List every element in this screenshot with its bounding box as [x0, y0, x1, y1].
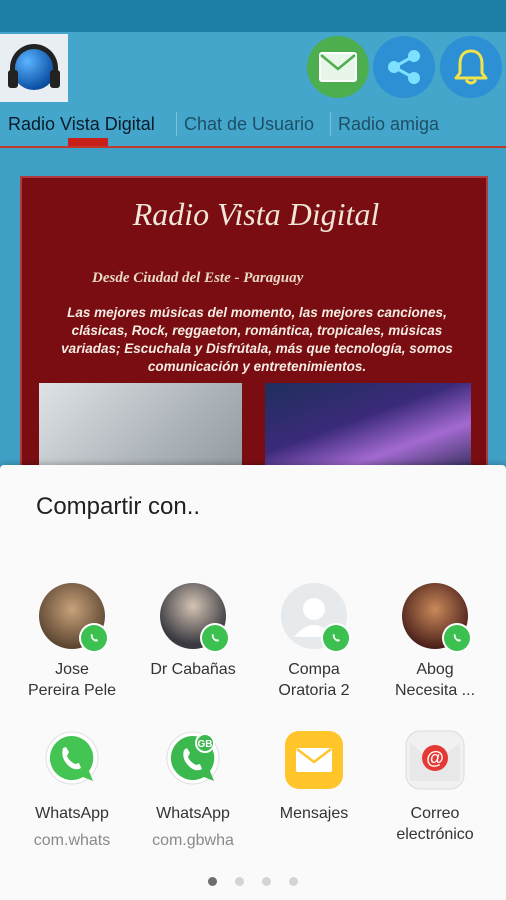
page-dot-1[interactable] [208, 877, 217, 886]
headphone-cup-right [50, 70, 60, 88]
avatar [402, 583, 472, 653]
svg-text:GB: GB [198, 739, 213, 750]
avatar [39, 583, 109, 653]
contact-name: Jose [55, 661, 89, 678]
tab-chat-de-usuario[interactable]: Chat de Usuario [184, 102, 314, 146]
radio-logo[interactable] [0, 34, 68, 102]
tab-divider [176, 112, 177, 136]
share-sheet-title: Compartir con.. [36, 493, 201, 520]
page-dot-3[interactable] [262, 877, 271, 886]
share-target-contact[interactable]: Dr Cabañas [138, 583, 248, 680]
share-target-whatsapp-gb[interactable]: GB WhatsApp com.gbwha [138, 727, 248, 850]
email-icon: @ [405, 730, 465, 790]
whatsapp-gb-badge [442, 623, 472, 653]
contact-name: Dr Cabañas [150, 661, 236, 678]
whatsapp-gb-app-icon: GB [160, 727, 226, 793]
bell-icon [454, 49, 488, 85]
headphone-cup-left [8, 70, 18, 88]
whatsapp-badge [79, 623, 109, 653]
contact-name-line2: Necesita ... [394, 682, 476, 699]
contact-name-line2: Oratoria 2 [278, 682, 350, 699]
contact-name: Abog [416, 661, 454, 678]
status-bar [0, 0, 506, 32]
share-target-contact[interactable]: Abog Necesita ... [380, 583, 490, 701]
station-banner: Radio Vista Digital Desde Ciudad del Est… [20, 176, 488, 476]
contact-name-line2: Pereira Pele [27, 682, 117, 699]
page-dot-4[interactable] [289, 877, 298, 886]
contact-name: Compa [288, 661, 340, 678]
share-target-contact[interactable]: Jose Pereira Pele [17, 583, 127, 701]
whatsapp-icon [45, 731, 99, 785]
app-label: WhatsApp [156, 805, 230, 822]
headphones-photo [39, 383, 242, 474]
banner-title: Radio Vista Digital [132, 196, 380, 232]
app-label: Correo [410, 805, 460, 822]
whatsapp-gb-icon [211, 634, 219, 642]
active-tab-indicator [68, 138, 108, 146]
whatsapp-gb-icon [332, 634, 340, 642]
banner-description: Las mejores músicas del momento, las mej… [61, 305, 453, 374]
share-target-whatsapp[interactable]: WhatsApp com.whats [17, 727, 127, 850]
share-button[interactable] [373, 36, 435, 98]
whatsapp-gb-badge [200, 623, 230, 653]
mail-icon [319, 52, 357, 82]
svg-text:@: @ [426, 748, 444, 768]
messages-app-icon [281, 727, 347, 793]
tab-bar: Radio Vista Digital Chat de Usuario Radi… [0, 102, 506, 148]
avatar-placeholder [281, 583, 351, 653]
app-label-line2: electrónico [396, 826, 474, 843]
banner-subtitle: Desde Ciudad del Este - Paraguay [92, 270, 304, 286]
share-target-contact[interactable]: Compa Oratoria 2 [259, 583, 369, 701]
share-target-mensajes[interactable]: Mensajes [259, 727, 369, 824]
app-header [0, 32, 506, 102]
mail-button[interactable] [307, 36, 369, 98]
whatsapp-gb-badge [321, 623, 351, 653]
app-package: com.whats [33, 832, 111, 849]
whatsapp-app-icon [39, 727, 105, 793]
tab-divider [330, 112, 331, 136]
app-package: com.gbwha [152, 832, 234, 849]
page-indicator [0, 877, 506, 887]
messages-icon [285, 731, 343, 789]
whatsapp-icon [90, 634, 98, 642]
notifications-button[interactable] [440, 36, 502, 98]
email-app-icon: @ [402, 727, 468, 793]
app-label: Mensajes [279, 805, 349, 822]
page-dot-2[interactable] [235, 877, 244, 886]
share-sheet: Compartir con.. Jose Pereira Pele Dr Cab… [0, 465, 506, 900]
whatsapp-gb-icon [453, 634, 461, 642]
app-label: WhatsApp [35, 805, 109, 822]
avatar [160, 583, 230, 653]
share-icon [388, 50, 420, 84]
tab-radio-amiga[interactable]: Radio amiga [338, 102, 439, 146]
microphone-photo [265, 383, 471, 474]
whatsapp-gb-icon: GB [166, 731, 220, 785]
share-target-correo[interactable]: @ Correo electrónico [380, 727, 490, 845]
